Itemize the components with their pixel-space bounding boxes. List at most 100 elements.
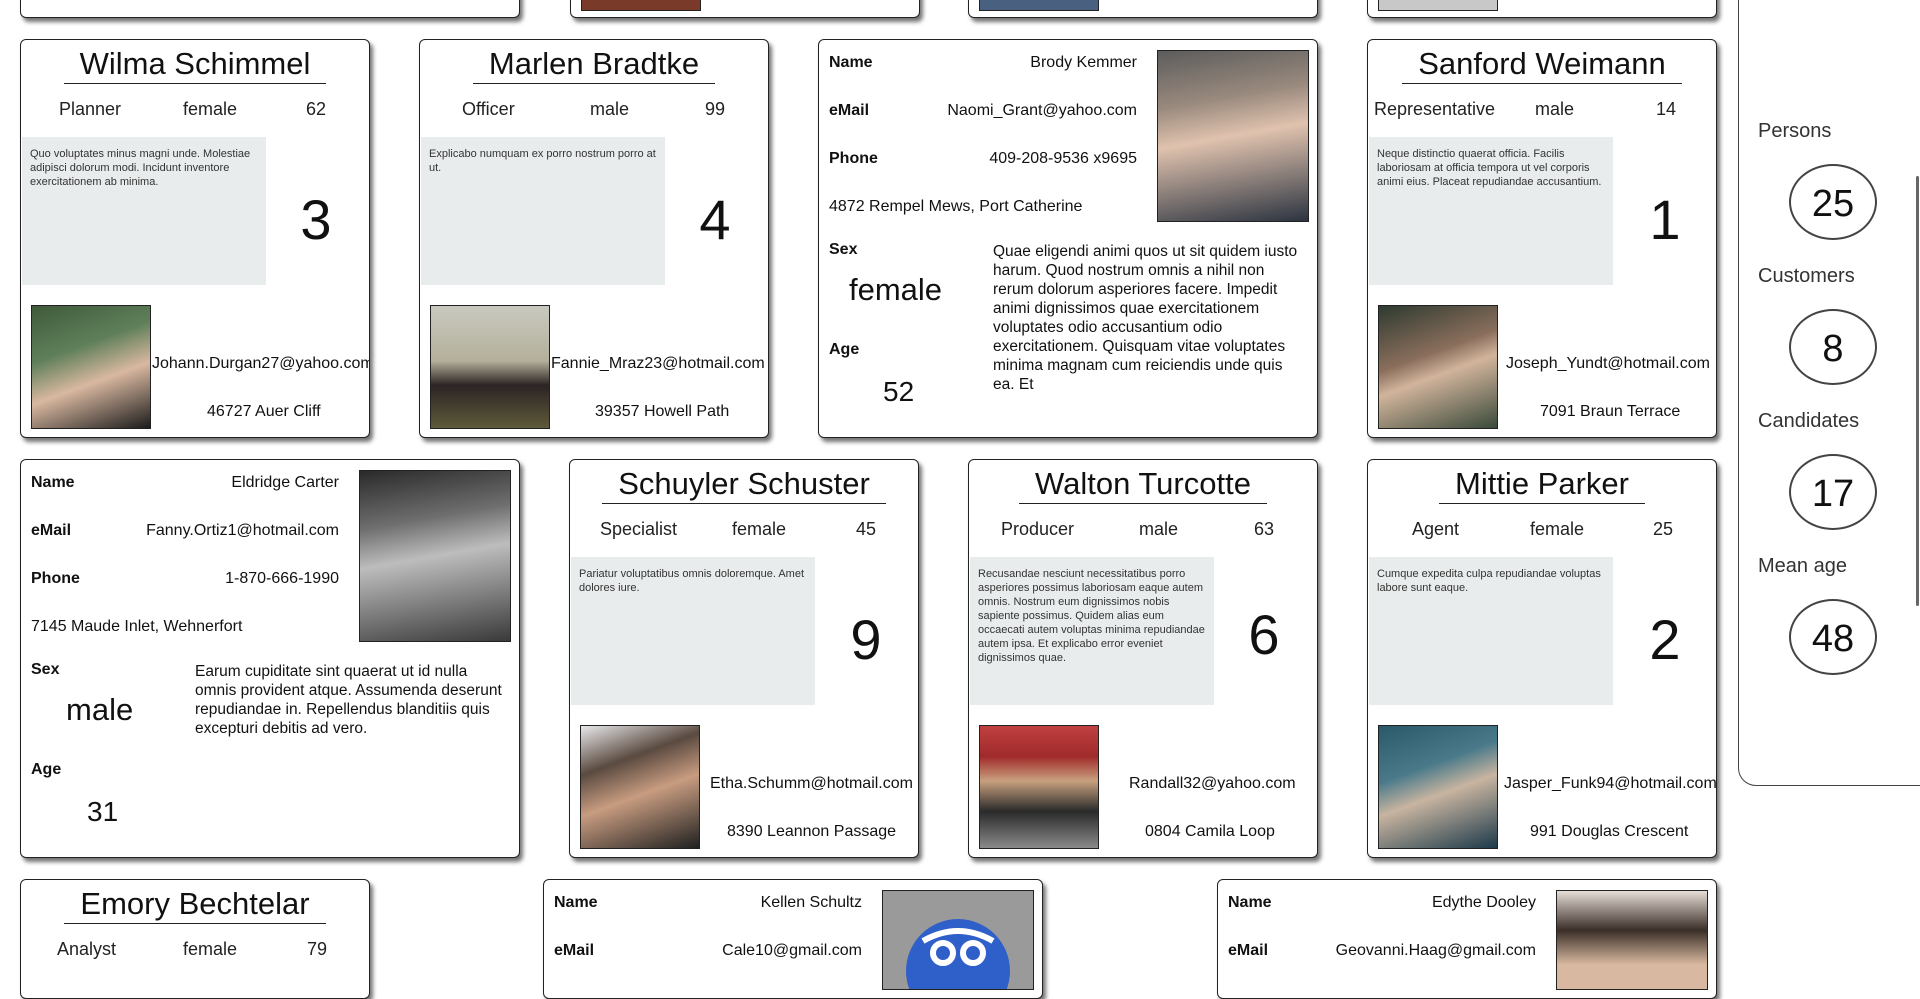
person-age: 45	[856, 519, 877, 539]
person-detail-card[interactable]: Name Eldridge Carter eMail Fanny.Ortiz1@…	[20, 459, 520, 858]
person-address: 8390 Leannon Passage	[727, 823, 897, 840]
person-card[interactable]: Schuyler Schuster Specialist female 45 P…	[569, 459, 919, 858]
person-card[interactable]: Sanford Weimann Representative male 14 N…	[1367, 39, 1717, 438]
person-note: Quo voluptates minus magni unde. Molesti…	[22, 137, 266, 285]
person-card[interactable]: Mittie Parker Agent female 25 Cumque exp…	[1367, 459, 1717, 858]
person-age: 14	[1656, 99, 1677, 119]
person-number: 9	[850, 608, 882, 671]
age-label: Age	[829, 341, 860, 358]
person-number: 4	[699, 188, 731, 251]
person-number: 3	[300, 188, 332, 251]
person-card[interactable]: Walton Turcotte Producer male 63 Recusan…	[968, 459, 1318, 858]
person-role: Specialist	[600, 519, 678, 539]
person-number: 2	[1649, 608, 1681, 671]
person-sex: male	[1139, 519, 1179, 539]
person-email: Fanny.Ortiz1@hotmail.com	[146, 522, 339, 539]
stat-value-persons: 25	[1789, 164, 1877, 240]
email-label: eMail	[1228, 942, 1269, 959]
name-label: Name	[1228, 894, 1272, 911]
stat-label-persons: Persons	[1758, 120, 1832, 142]
person-detail-card[interactable]: Name Edythe Dooley eMail Geovanni.Haag@g…	[1217, 879, 1717, 999]
person-sex: female	[1530, 519, 1585, 539]
person-photo	[1378, 0, 1498, 11]
person-name: Emory Bechtelar	[21, 886, 369, 924]
person-note: Neque distinctio quaerat officia. Facili…	[1369, 137, 1613, 285]
person-email: Etha.Schumm@hotmail.com	[710, 775, 913, 792]
person-card-partial[interactable]	[570, 0, 920, 18]
person-photo	[1556, 890, 1708, 990]
sex-label: Sex	[829, 241, 858, 258]
person-age: 99	[705, 99, 726, 119]
person-description: Quae eligendi animi quos ut sit quidem i…	[993, 243, 1298, 393]
person-note: Cumque expedita culpa repudiandae volupt…	[1369, 557, 1613, 705]
person-name: Sanford Weimann	[1368, 46, 1716, 84]
person-name: Marlen Bradtke	[420, 46, 768, 84]
person-detail-card[interactable]: Name Brody Kemmer eMail Naomi_Grant@yaho…	[818, 39, 1318, 438]
person-address: 39357 Howell Path	[595, 403, 730, 420]
stat-value-mean-age: 48	[1789, 599, 1877, 675]
stat-label-mean-age: Mean age	[1758, 555, 1847, 577]
person-address: 4872 Rempel Mews, Port Catherine	[829, 198, 1083, 215]
person-photo	[1157, 50, 1309, 222]
person-number: 1	[1649, 188, 1681, 251]
person-address: 7091 Braun Terrace	[1540, 403, 1681, 420]
person-phone: 409-208-9536 x9695	[989, 150, 1137, 167]
person-note: Recusandae nesciunt necessitatibus porro…	[970, 557, 1214, 705]
sex-label: Sex	[31, 661, 60, 678]
person-address: 991 Douglas Crescent	[1530, 823, 1689, 840]
email-label: eMail	[829, 102, 870, 119]
scrollbar-thumb[interactable]	[1916, 176, 1919, 606]
person-name: Kellen Schultz	[760, 894, 862, 911]
person-role: Agent	[1412, 519, 1460, 539]
phone-label: Phone	[31, 570, 80, 587]
person-photo	[580, 725, 700, 849]
person-sex: female	[849, 272, 943, 307]
person-sex: male	[590, 99, 630, 119]
person-sex: female	[183, 99, 238, 119]
person-age: 25	[1653, 519, 1674, 539]
person-note: Explicabo numquam ex porro nostrum porro…	[421, 137, 665, 285]
person-card[interactable]: Marlen Bradtke Officer male 99 Explicabo…	[419, 39, 769, 438]
person-address: 0804 Camila Loop	[1145, 823, 1275, 840]
person-email: Fannie_Mraz23@hotmail.com	[551, 355, 765, 372]
person-age: 63	[1254, 519, 1275, 539]
person-email: Geovanni.Haag@gmail.com	[1335, 942, 1536, 959]
person-number: 6	[1248, 603, 1280, 666]
person-name: Walton Turcotte	[969, 466, 1317, 504]
person-email: Jasper_Funk94@hotmail.com	[1504, 775, 1717, 792]
age-label: Age	[31, 761, 62, 778]
person-photo	[430, 305, 550, 429]
person-photo	[581, 0, 701, 11]
phone-label: Phone	[829, 150, 878, 167]
name-label: Name	[31, 474, 75, 491]
person-photo	[31, 305, 151, 429]
person-email: Cale10@gmail.com	[722, 942, 862, 959]
person-detail-card[interactable]: Name Kellen Schultz eMail Cale10@gmail.c…	[543, 879, 1043, 999]
person-photo	[882, 890, 1034, 990]
person-photo	[979, 0, 1099, 11]
person-name: Eldridge Carter	[231, 474, 339, 491]
person-age: 62	[306, 99, 327, 119]
person-role: Analyst	[57, 939, 117, 959]
person-email: Joseph_Yundt@hotmail.com	[1506, 355, 1710, 372]
person-age: 31	[87, 796, 119, 827]
name-label: Name	[829, 54, 873, 71]
person-age: 52	[883, 376, 915, 407]
avatar-logo-icon	[906, 919, 1010, 989]
person-role: Producer	[1001, 519, 1075, 539]
person-photo	[359, 470, 511, 642]
person-card[interactable]: Wilma Schimmel Planner female 62 Quo vol…	[20, 39, 370, 438]
person-note: Pariatur voluptatibus omnis doloremque. …	[571, 557, 815, 705]
person-card-partial[interactable]	[1367, 0, 1717, 18]
person-photo	[1378, 725, 1498, 849]
person-sex: male	[66, 692, 134, 727]
person-name: Brody Kemmer	[1030, 54, 1137, 71]
person-card[interactable]: Emory Bechtelar Analyst female 79	[20, 879, 370, 999]
person-sex: female	[183, 939, 238, 959]
person-email: Naomi_Grant@yahoo.com	[947, 102, 1137, 119]
person-card-partial[interactable]	[20, 0, 520, 18]
name-label: Name	[554, 894, 598, 911]
email-label: eMail	[554, 942, 595, 959]
stat-value-candidates: 17	[1789, 454, 1877, 530]
person-card-partial[interactable]	[968, 0, 1318, 18]
